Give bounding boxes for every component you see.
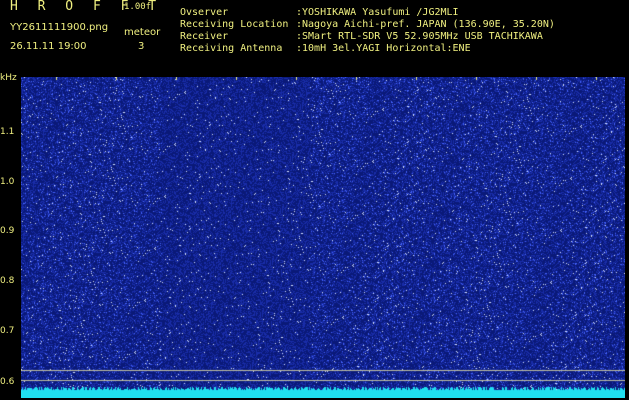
version-label: 1.00f bbox=[124, 2, 152, 12]
y-tick-label: 0.8 bbox=[0, 276, 15, 286]
antenna-label: Receiving Antenna bbox=[180, 43, 283, 54]
observer-value: :YOSHIKAWA Yasufumi /JG2MLI bbox=[296, 7, 459, 18]
receiver-value: :SMart RTL-SDR V5 52.905MHz USB TACHIKAW… bbox=[296, 31, 543, 42]
y-tick-label: 0.6 bbox=[0, 377, 15, 387]
y-tick-label: 0.7 bbox=[0, 326, 15, 336]
y-tick-label: 1.1 bbox=[0, 127, 15, 137]
y-tick-label: 0.9 bbox=[0, 226, 15, 236]
antenna-value: :10mH 3el.YAGI Horizontal:ENE bbox=[296, 43, 471, 54]
datetime-label: 26.11.11 19:00 bbox=[10, 41, 87, 52]
receiver-label: Receiver bbox=[180, 31, 229, 42]
spectrogram bbox=[21, 77, 625, 398]
location-label: Receiving Location bbox=[180, 19, 289, 30]
y-axis-unit: kHz bbox=[0, 73, 17, 83]
meteor-count: 3 bbox=[138, 41, 145, 52]
observer-label: Ovserver bbox=[180, 7, 229, 18]
filename-label: YY2611111900.png bbox=[10, 22, 109, 33]
location-value: :Nagoya Aichi-pref. JAPAN (136.90E, 35.2… bbox=[296, 19, 555, 30]
meteor-label: meteor bbox=[124, 27, 161, 38]
y-tick-label: 1.0 bbox=[0, 177, 15, 187]
